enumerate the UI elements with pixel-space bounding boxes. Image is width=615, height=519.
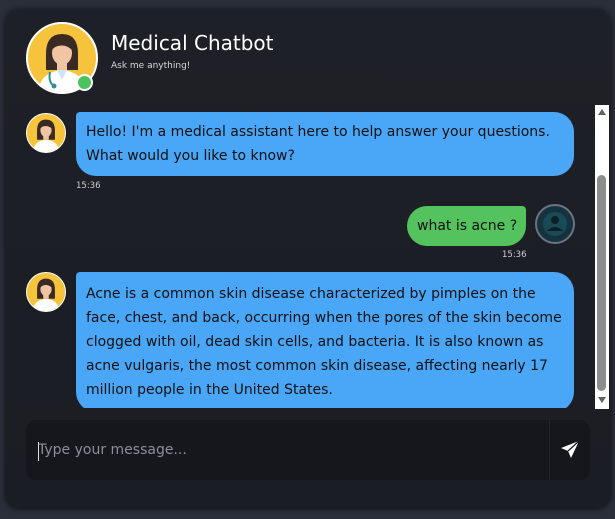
doctor-avatar-icon: [26, 113, 66, 153]
bot-message-bubble: Acne is a common skin disease characteri…: [76, 272, 574, 408]
user-message-bubble: what is acne ?: [407, 206, 526, 246]
message-timestamp: 15:36: [76, 181, 101, 191]
messages-scrollbar[interactable]: [595, 105, 609, 409]
user-avatar-icon: [535, 204, 575, 244]
page-title: Medical Chatbot: [111, 31, 274, 55]
divider: [549, 420, 550, 480]
message-timestamp: 15:36: [502, 250, 527, 260]
message-composer: [26, 420, 590, 480]
text-caret: [38, 442, 39, 461]
message-input[interactable]: [38, 420, 548, 480]
scroll-up-icon[interactable]: [598, 109, 606, 115]
doctor-avatar-icon: [26, 272, 66, 312]
page-subtitle: Ask me anything!: [111, 61, 191, 71]
scroll-thumb[interactable]: [597, 175, 606, 391]
online-status-dot: [76, 74, 93, 91]
bot-message-bubble: Hello! I'm a medical assistant here to h…: [76, 112, 574, 176]
scroll-down-icon[interactable]: [598, 397, 606, 403]
message-list: Hello! I'm a medical assistant here to h…: [5, 106, 595, 408]
send-button[interactable]: [553, 432, 587, 466]
send-icon: [561, 440, 580, 458]
chat-window: Medical Chatbot Ask me anything! Hello! …: [5, 9, 611, 509]
